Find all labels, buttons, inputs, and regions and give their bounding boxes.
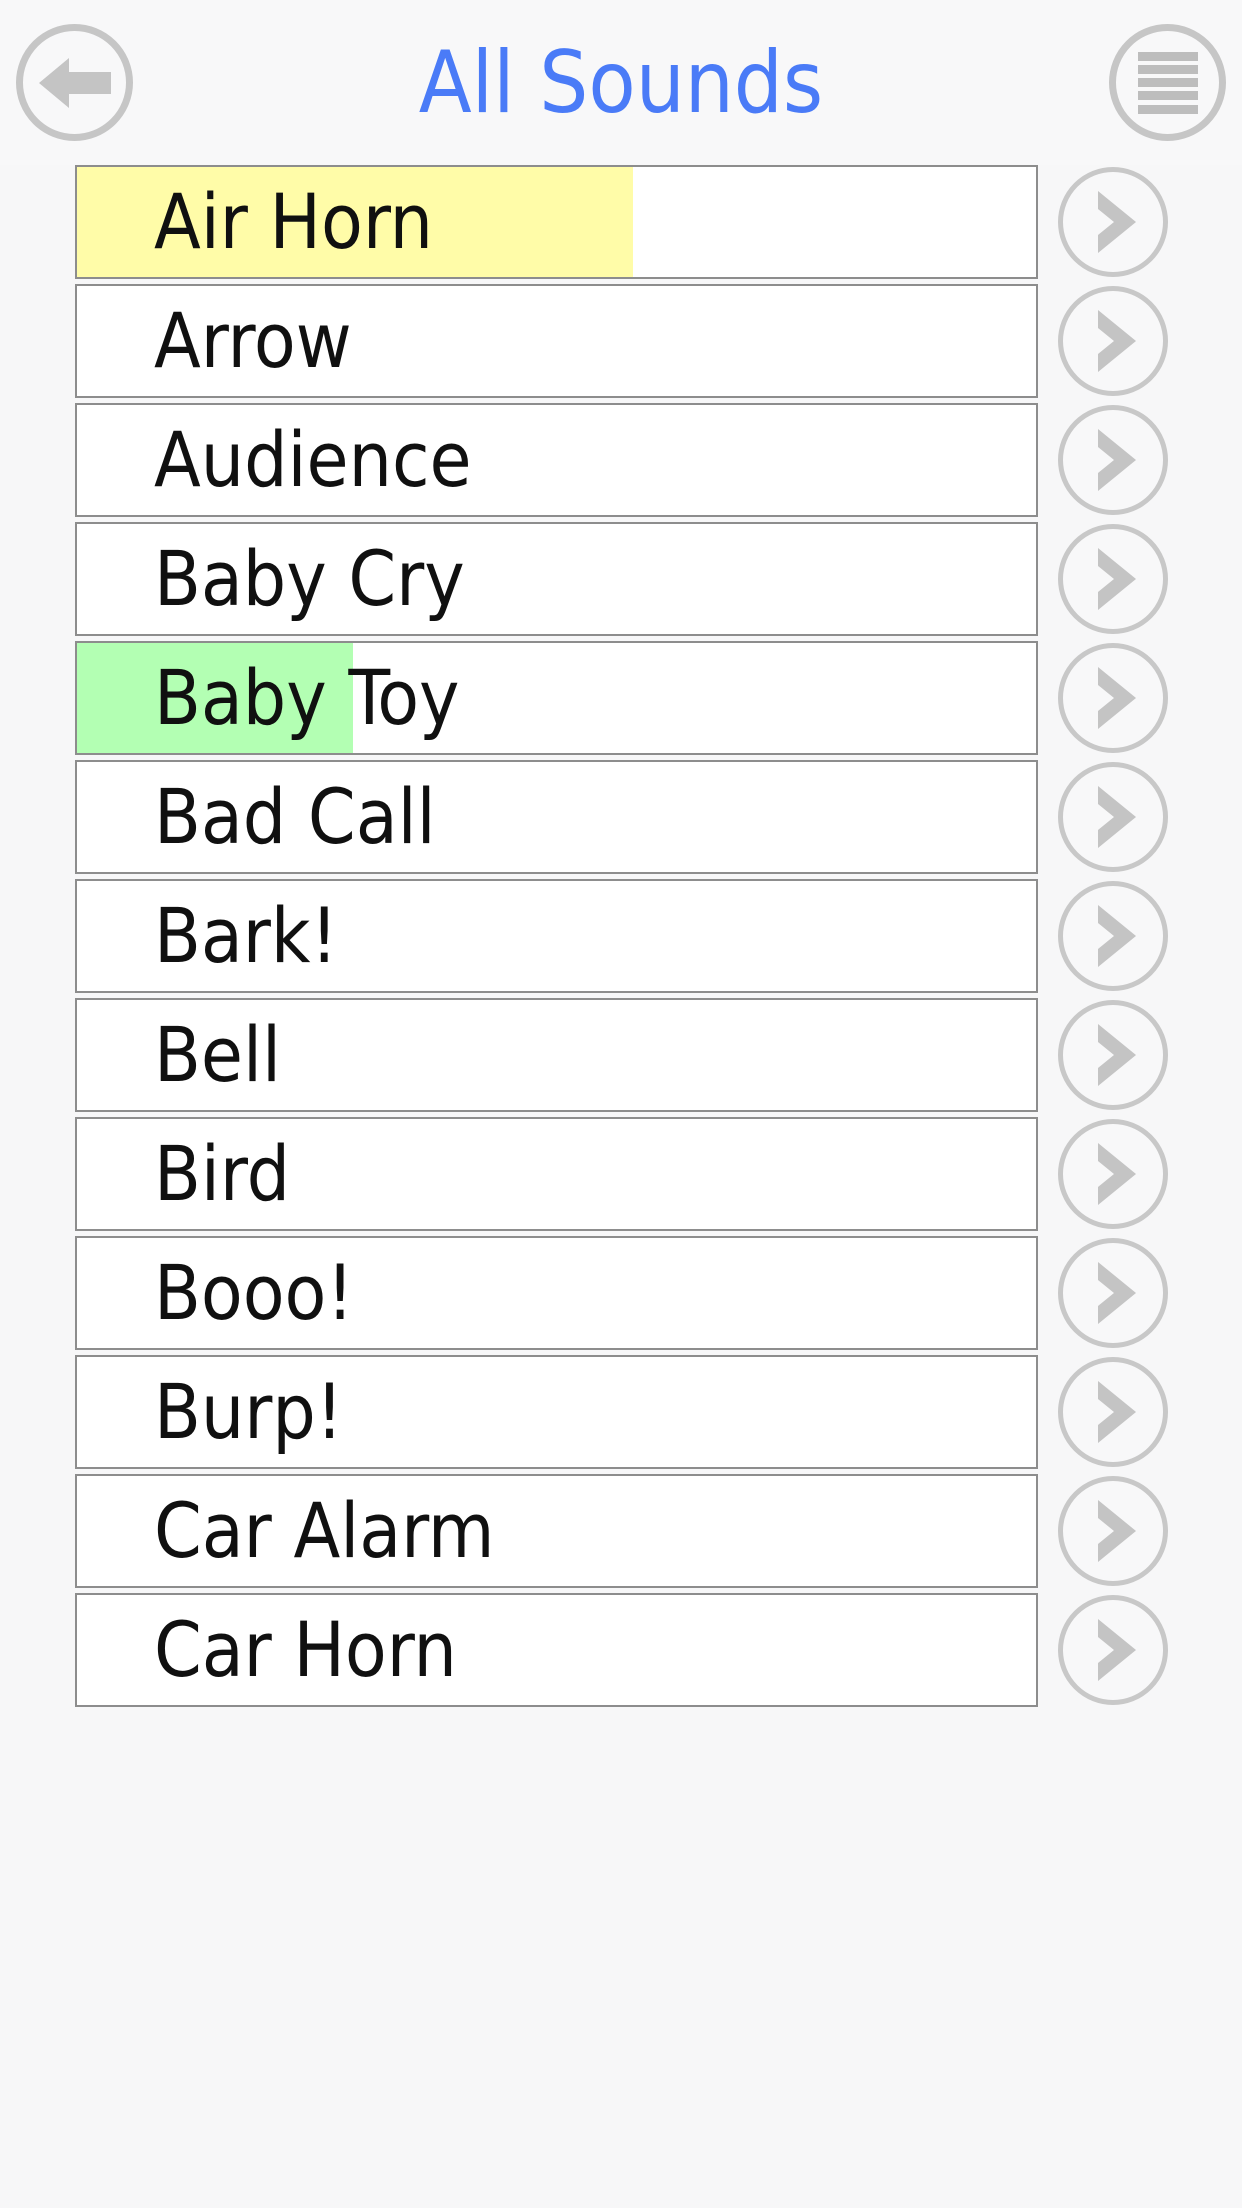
chevron-right-icon [1098,191,1136,253]
chevron-right-icon [1098,1500,1136,1562]
sound-name-label: Baby Cry [154,534,465,623]
row-detail-button[interactable] [1058,1595,1168,1705]
sound-row[interactable]: Baby Toy [75,641,1038,755]
sound-name-label: Bad Call [154,772,436,861]
menu-button[interactable] [1109,24,1226,141]
list-item[interactable]: Bad Call [0,760,1242,874]
row-detail-button[interactable] [1058,1476,1168,1586]
sound-name-label: Air Horn [154,177,433,266]
sound-name-label: Bell [154,1010,281,1099]
sound-name-label: Car Alarm [154,1486,495,1575]
row-detail-button[interactable] [1058,762,1168,872]
sound-name-label: Baby Toy [154,653,460,742]
list-item[interactable]: Air Horn [0,165,1242,279]
chevron-right-icon [1098,667,1136,729]
list-item[interactable]: Burp! [0,1355,1242,1469]
sound-name-label: Burp! [154,1367,344,1456]
row-detail-button[interactable] [1058,643,1168,753]
row-detail-button[interactable] [1058,524,1168,634]
sound-row[interactable]: Arrow [75,284,1038,398]
row-detail-button[interactable] [1058,405,1168,515]
chevron-right-icon [1098,786,1136,848]
chevron-right-icon [1098,548,1136,610]
chevron-right-icon [1098,1024,1136,1086]
row-detail-button[interactable] [1058,167,1168,277]
sound-row[interactable]: Audience [75,403,1038,517]
list-item[interactable]: Car Alarm [0,1474,1242,1588]
sound-name-label: Car Horn [154,1605,457,1694]
list-item[interactable]: Car Horn [0,1593,1242,1707]
sound-row[interactable]: Bad Call [75,760,1038,874]
sound-row[interactable]: Bird [75,1117,1038,1231]
sound-name-label: Bark! [154,891,338,980]
sound-row[interactable]: Booo! [75,1236,1038,1350]
list-item[interactable]: Arrow [0,284,1242,398]
sound-row[interactable]: Burp! [75,1355,1038,1469]
page-title: All Sounds [418,32,824,133]
chevron-right-icon [1098,429,1136,491]
list-item[interactable]: Bark! [0,879,1242,993]
sound-row[interactable]: Baby Cry [75,522,1038,636]
chevron-right-icon [1098,1262,1136,1324]
sound-name-label: Audience [154,415,472,504]
sound-list[interactable]: Air Horn Arrow Audience Baby Cry Baby Toy Bad… [0,165,1242,2208]
header-bar: All Sounds [0,0,1242,165]
sound-row[interactable]: Car Horn [75,1593,1038,1707]
list-item[interactable]: Bird [0,1117,1242,1231]
sound-name-label: Bird [154,1129,291,1218]
sound-row[interactable]: Bell [75,998,1038,1112]
sound-name-label: Arrow [154,296,352,385]
row-detail-button[interactable] [1058,1000,1168,1110]
row-detail-button[interactable] [1058,881,1168,991]
sound-row[interactable]: Car Alarm [75,1474,1038,1588]
hamburger-menu-icon [1137,51,1198,114]
chevron-right-icon [1098,905,1136,967]
sound-row[interactable]: Bark! [75,879,1038,993]
row-detail-button[interactable] [1058,1119,1168,1229]
list-item[interactable]: Baby Toy [0,641,1242,755]
sound-row[interactable]: Air Horn [75,165,1038,279]
row-detail-button[interactable] [1058,286,1168,396]
chevron-right-icon [1098,310,1136,372]
list-item[interactable]: Audience [0,403,1242,517]
chevron-right-icon [1098,1143,1136,1205]
row-detail-button[interactable] [1058,1357,1168,1467]
app-root: All Sounds Air Horn Arrow Audience Baby Cry… [0,0,1242,2208]
list-item[interactable]: Bell [0,998,1242,1112]
chevron-right-icon [1098,1381,1136,1443]
chevron-right-icon [1098,1619,1136,1681]
sound-name-label: Booo! [154,1248,354,1337]
list-item[interactable]: Booo! [0,1236,1242,1350]
list-item[interactable]: Baby Cry [0,522,1242,636]
row-detail-button[interactable] [1058,1238,1168,1348]
